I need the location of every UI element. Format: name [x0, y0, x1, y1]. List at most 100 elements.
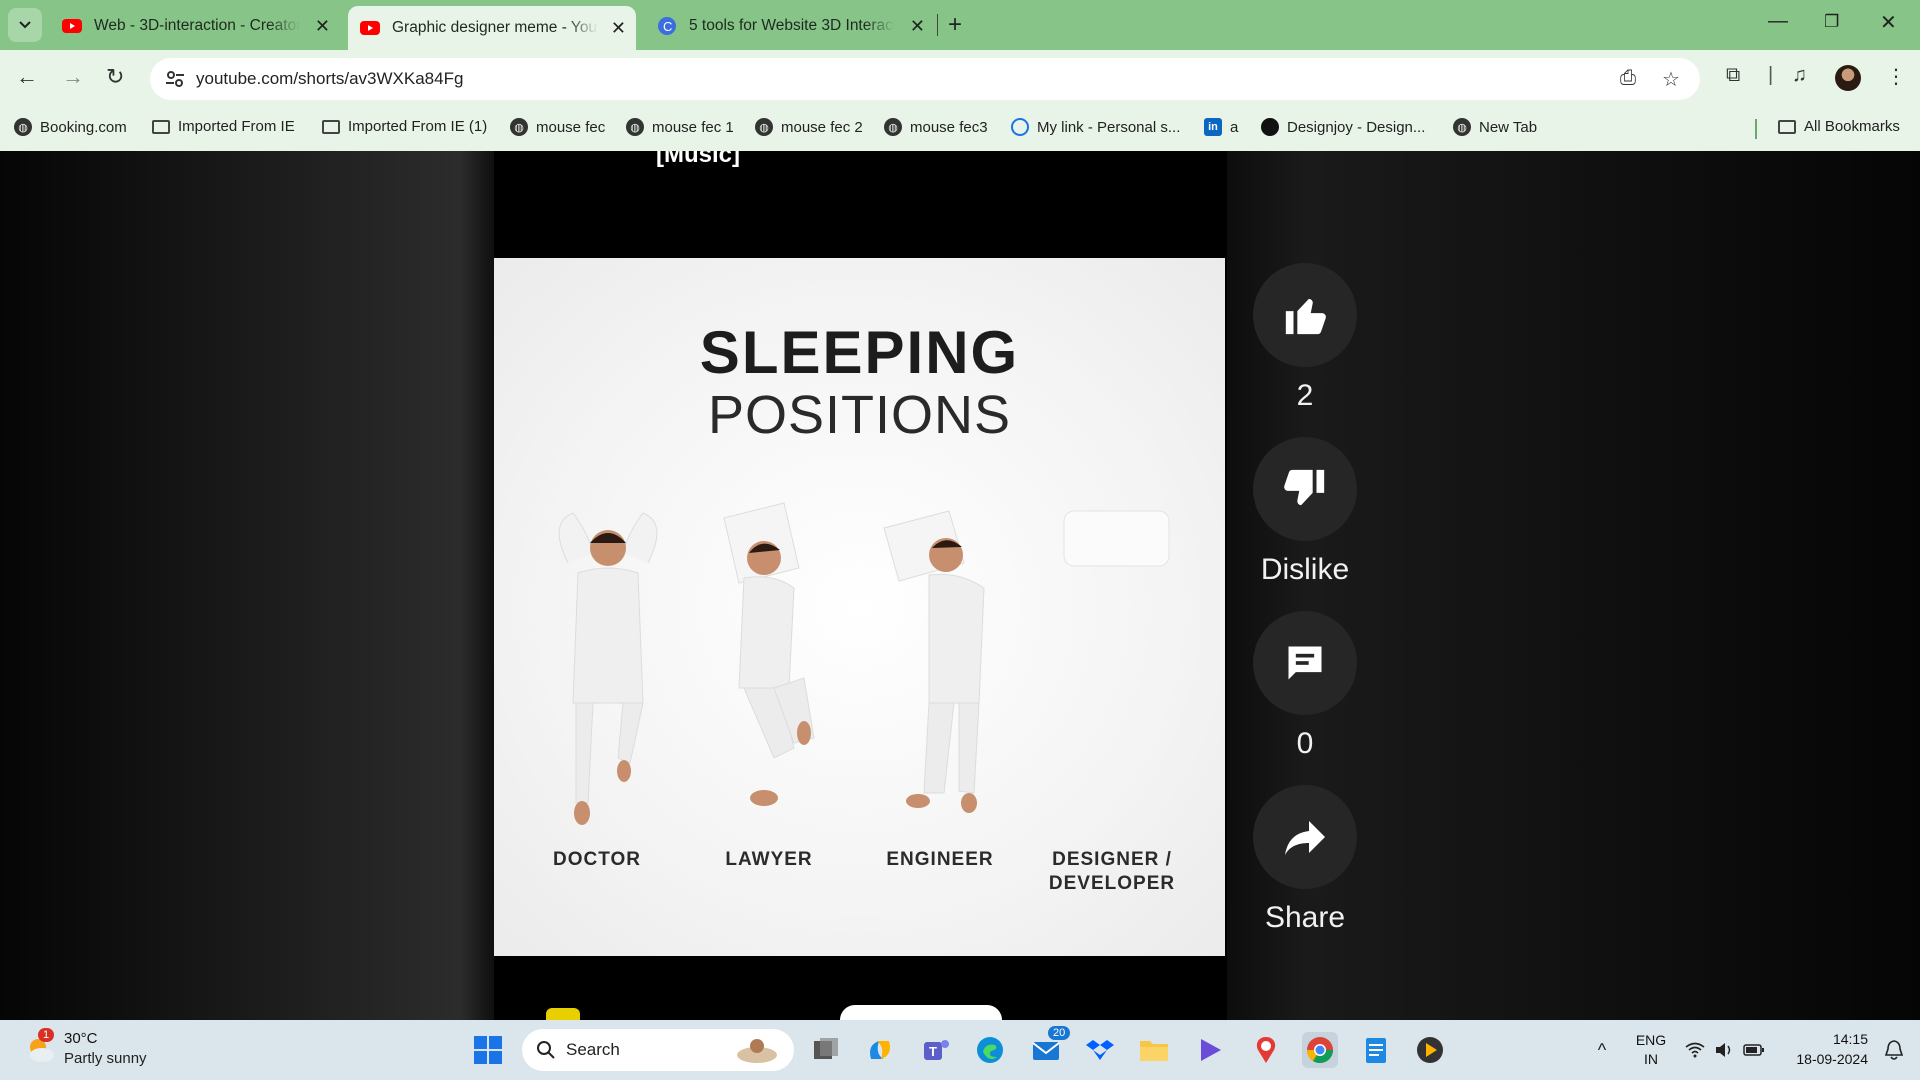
- bookmark-mouse-fec3[interactable]: ◍ mouse fec3: [884, 118, 988, 136]
- forward-button[interactable]: →: [62, 64, 84, 90]
- address-bar[interactable]: youtube.com/shorts/av3WXKa84Fg ⎙ ☆: [150, 58, 1700, 100]
- bookmark-linkedin[interactable]: in a: [1204, 118, 1238, 136]
- svg-text:C: C: [663, 19, 672, 34]
- globe-icon: ◍: [884, 118, 902, 136]
- app-button-purple[interactable]: [1192, 1032, 1228, 1068]
- tab-5-tools[interactable]: C 5 tools for Website 3D Interactions ✕: [645, 6, 935, 46]
- weather-widget[interactable]: 1: [22, 1028, 58, 1068]
- bookmark-star-icon[interactable]: ☆: [1662, 67, 1680, 92]
- close-icon[interactable]: ✕: [611, 18, 626, 39]
- bookmark-label: New Tab: [1479, 118, 1538, 136]
- new-tab-button[interactable]: +: [948, 11, 962, 39]
- restore-button[interactable]: ❐: [1824, 12, 1839, 32]
- install-app-icon[interactable]: ⎙: [1620, 67, 1636, 90]
- site-settings-icon[interactable]: [164, 68, 186, 90]
- close-window-button[interactable]: ✕: [1880, 10, 1897, 35]
- like-count: 2: [1296, 379, 1314, 412]
- file-explorer-button[interactable]: [1136, 1032, 1172, 1068]
- dislike-button[interactable]: [1253, 437, 1357, 541]
- lawyer-sleeping-figure: [723, 502, 815, 806]
- maps-app-button[interactable]: [1248, 1032, 1284, 1068]
- bookmark-label: Imported From IE: [178, 118, 295, 135]
- taskbar-search[interactable]: Search: [522, 1029, 794, 1071]
- clock-date[interactable]: 18-09-2024: [1778, 1051, 1868, 1067]
- shorts-video-player[interactable]: [Music] SLEEPING POSITIONS DOCTOR LAWYER…: [494, 151, 1227, 1020]
- channel-avatar[interactable]: [546, 1008, 580, 1020]
- language-line-1[interactable]: ENG: [1630, 1032, 1672, 1048]
- system-tray-status[interactable]: [1680, 1032, 1770, 1068]
- bookmark-my-link[interactable]: My link - Personal s...: [1011, 118, 1180, 136]
- volume-icon: [1715, 1043, 1731, 1057]
- back-button[interactable]: ←: [16, 64, 38, 90]
- show-hidden-icons-button[interactable]: ^: [1584, 1032, 1620, 1068]
- bookmark-booking[interactable]: ◍ Booking.com: [14, 118, 127, 136]
- chrome-button[interactable]: [1302, 1032, 1338, 1068]
- label-doctor: DOCTOR: [553, 849, 641, 870]
- notepad-button[interactable]: [1358, 1032, 1394, 1068]
- media-controls-icon[interactable]: ♫: [1792, 64, 1807, 87]
- clock-time[interactable]: 14:15: [1778, 1031, 1868, 1047]
- bookmark-mouse-fec-1[interactable]: ◍ mouse fec 1: [626, 118, 734, 136]
- battery-icon: [1743, 1044, 1765, 1056]
- folder-icon: [1778, 119, 1796, 134]
- shorts-action-bar: 2 Dislike 0 Share: [1253, 263, 1357, 959]
- location-pin-icon: [1256, 1037, 1276, 1063]
- share-button[interactable]: [1253, 785, 1357, 889]
- like-button[interactable]: [1253, 263, 1357, 367]
- tab-search-button[interactable]: [8, 8, 42, 42]
- task-view-button[interactable]: [808, 1032, 844, 1068]
- start-button[interactable]: [470, 1032, 506, 1068]
- windows-taskbar: 1 30°C Partly sunny Search T 20 ^ ENG IN…: [0, 1020, 1920, 1080]
- minimize-button[interactable]: —: [1768, 10, 1788, 33]
- bookmark-imported-ie-1[interactable]: Imported From IE (1): [322, 118, 487, 135]
- dropbox-button[interactable]: [1082, 1032, 1118, 1068]
- avatar[interactable]: [1835, 65, 1861, 91]
- more-menu-icon[interactable]: ⋮: [1886, 64, 1906, 89]
- bookmark-imported-ie[interactable]: Imported From IE: [152, 118, 295, 135]
- reload-button[interactable]: ↻: [106, 64, 124, 90]
- bookmarks-bar: ◍ Booking.com Imported From IE Imported F…: [0, 106, 1920, 151]
- tab-graphic-designer-meme[interactable]: Graphic designer meme - YouTube ✕: [348, 6, 636, 50]
- comment-icon: [1288, 646, 1322, 680]
- mail-button[interactable]: 20: [1028, 1026, 1071, 1068]
- url-text[interactable]: youtube.com/shorts/av3WXKa84Fg: [196, 69, 463, 89]
- meme-image: SLEEPING POSITIONS DOCTOR LAWYER ENGINEE…: [494, 258, 1225, 956]
- close-icon[interactable]: ✕: [910, 16, 925, 37]
- bookmark-new-tab[interactable]: ◍ New Tab: [1453, 118, 1537, 136]
- tab-web-3d-interaction[interactable]: Web - 3D-interaction - Creator ✕: [50, 6, 340, 46]
- edge-button[interactable]: [972, 1032, 1008, 1068]
- engineer-sleeping-figure: [883, 510, 985, 813]
- globe-icon: ◍: [510, 118, 528, 136]
- copilot-button[interactable]: [862, 1032, 898, 1068]
- chevron-down-icon: [19, 21, 31, 29]
- extensions-icon[interactable]: ⧉: [1726, 64, 1740, 87]
- notifications-button[interactable]: [1876, 1032, 1912, 1068]
- windows-logo-icon: [474, 1036, 502, 1064]
- close-icon[interactable]: ✕: [315, 16, 330, 37]
- globe-icon: ◍: [755, 118, 773, 136]
- search-icon: [537, 1041, 555, 1059]
- tab-title: 5 tools for Website 3D Interactions: [689, 17, 895, 34]
- bookmark-designjoy[interactable]: Designjoy - Design...: [1261, 118, 1425, 136]
- search-highlight-icon: [737, 1039, 777, 1063]
- folder-icon: [152, 119, 170, 134]
- media-app-button[interactable]: [1412, 1032, 1448, 1068]
- bookmark-mouse-fec-2[interactable]: ◍ mouse fec 2: [755, 118, 863, 136]
- subscribe-button[interactable]: [840, 1005, 1002, 1020]
- search-label: Search: [566, 1040, 620, 1059]
- tab-strip: Web - 3D-interaction - Creator ✕ Graphic…: [0, 0, 1920, 50]
- edge-icon: [977, 1037, 1003, 1063]
- label-lawyer: LAWYER: [725, 849, 813, 870]
- notepad-icon: [1366, 1038, 1386, 1063]
- browser-toolbar: ← → ↻ youtube.com/shorts/av3WXKa84Fg ⎙ ☆…: [0, 50, 1920, 106]
- all-bookmarks-button[interactable]: All Bookmarks: [1778, 118, 1900, 135]
- video-bottom-overlay: [494, 956, 1227, 1020]
- comments-button[interactable]: [1253, 611, 1357, 715]
- bookmark-label: mouse fec: [536, 118, 606, 136]
- language-line-2[interactable]: IN: [1630, 1051, 1672, 1067]
- teams-button[interactable]: T: [918, 1032, 954, 1068]
- bookmarks-divider: [1755, 119, 1757, 139]
- bookmark-mouse-fec[interactable]: ◍ mouse fec: [510, 118, 605, 136]
- bell-icon: [1884, 1040, 1904, 1060]
- mail-badge: 20: [1048, 1026, 1071, 1040]
